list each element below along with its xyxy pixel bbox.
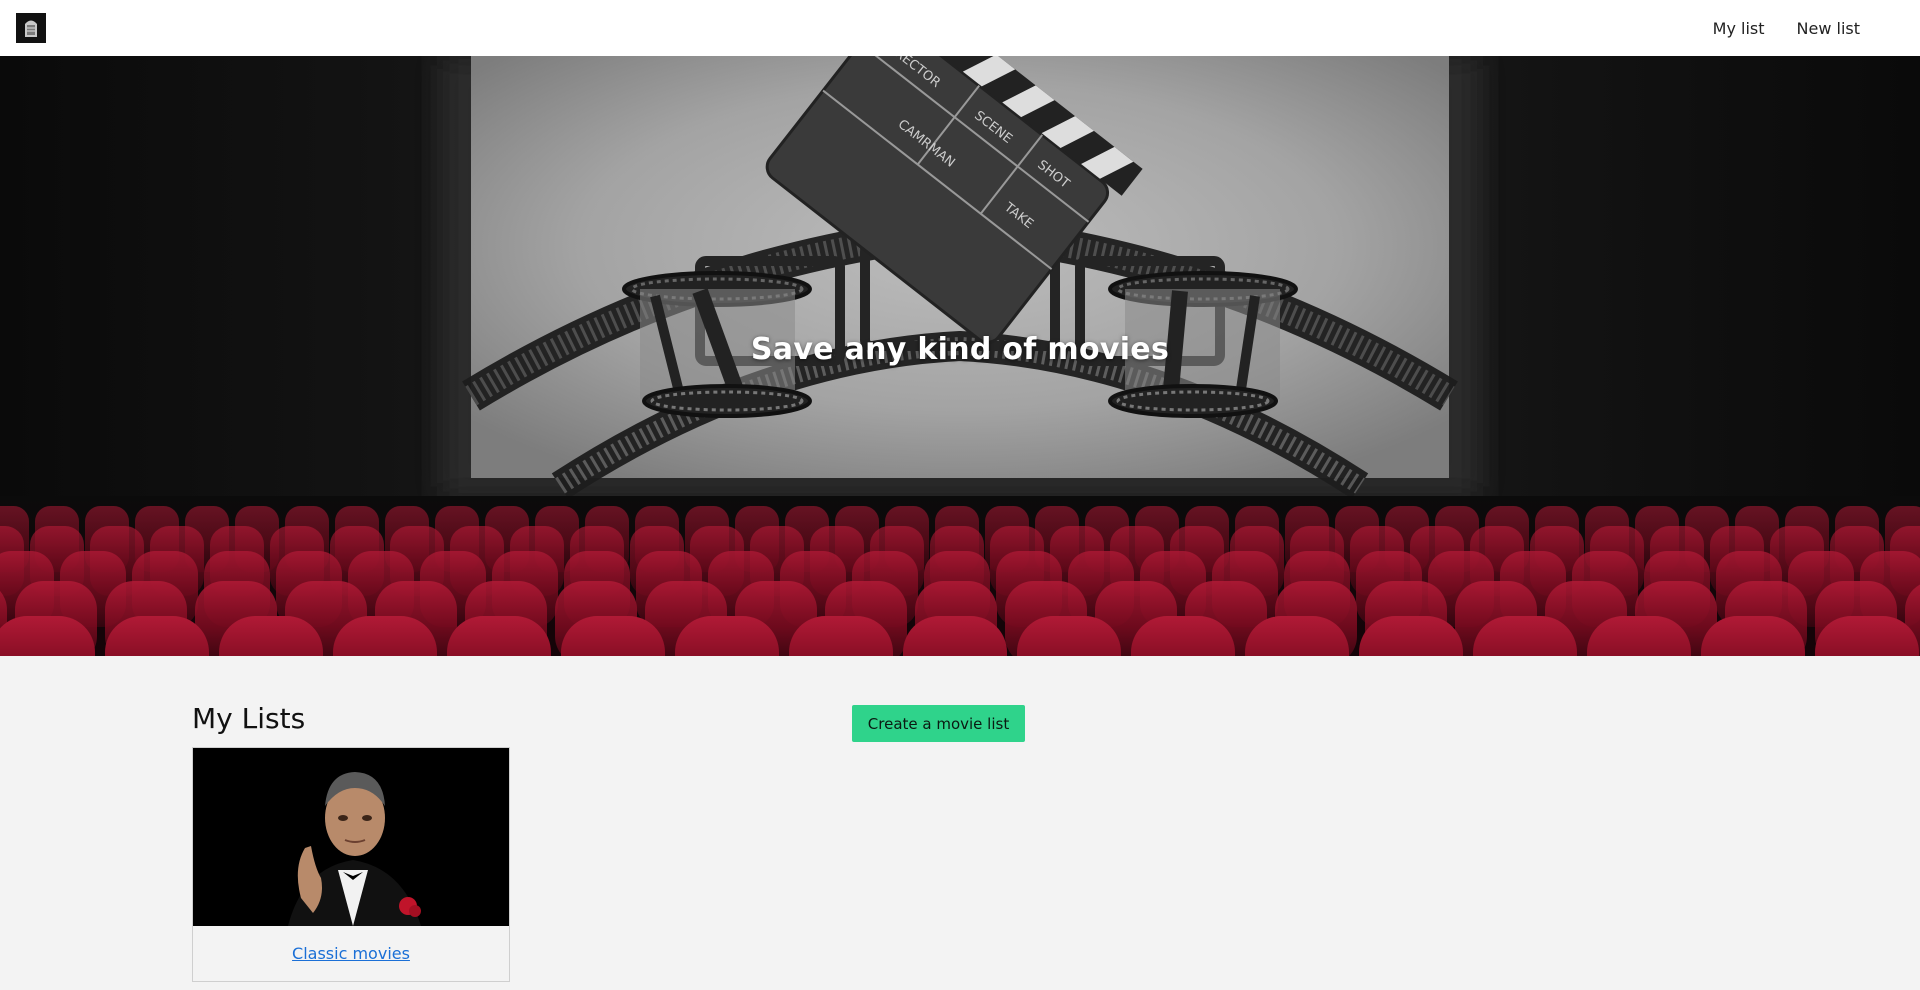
cinema-logo-icon[interactable] [16, 13, 46, 43]
list-card-title-link[interactable]: Classic movies [292, 944, 410, 963]
cinema-seats [0, 506, 1920, 656]
top-navbar: My list New list [0, 0, 1920, 56]
create-movie-list-button[interactable]: Create a movie list [852, 705, 1025, 742]
nav-links: My list New list [1713, 0, 1860, 56]
hero-title: Save any kind of movies [750, 332, 1170, 367]
list-card[interactable]: Classic movies [192, 747, 510, 982]
nav-my-list-link[interactable]: My list [1713, 19, 1765, 38]
classic-movie-poster[interactable] [193, 748, 509, 926]
hero-banner: DIRECTOR SCENE SHOT TAKE CAMRMAN Save an… [0, 56, 1920, 656]
nav-new-list-link[interactable]: New list [1797, 19, 1860, 38]
list-card-footer: Classic movies [193, 926, 509, 981]
my-lists-heading: My Lists [192, 702, 306, 735]
